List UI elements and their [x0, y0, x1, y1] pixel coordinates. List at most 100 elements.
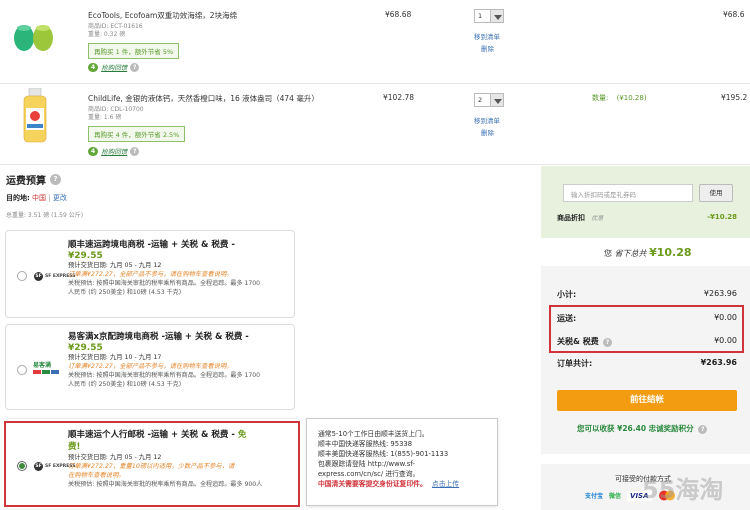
option-content: 顺丰速运跨境电商税 -运输 + 关税 & 税费 - ¥29.55 预计交货日期:… [68, 239, 292, 297]
option-warning: 订单满¥272.27，全部产品不参与，请在购物车查看说明。 [68, 271, 233, 278]
savings-line: 您 省下总共 ¥10.28 [604, 246, 692, 259]
option-eta: 预计交货日期: 九月 05 - 九月 12 [68, 262, 162, 269]
carrier-logo-text: 易客满 [33, 362, 52, 369]
coupon-panel: 输入折扣码或是礼券码 使用 商品折扣 优惠 -¥10.28 [541, 166, 750, 238]
option-content: 易客满x京配跨境电商税 -运输 + 关税 & 税费 - ¥29.55 预计交货日… [68, 331, 292, 389]
promo-banner: 再购买 4 件，额外节省 2.5% [88, 126, 186, 142]
savings-word: 省下总共 [614, 249, 647, 258]
discount-label: 数量: [592, 94, 609, 102]
product-image[interactable] [10, 18, 56, 54]
line-total: ¥195.2 [721, 93, 748, 102]
apply-label: 使用 [709, 189, 723, 197]
subtotal-row: 小计: ¥263.96 [557, 289, 737, 300]
rewards-pill: 4 [88, 146, 99, 156]
wechat-icon: 微信 [609, 493, 622, 500]
help-icon[interactable]: ? [50, 174, 61, 185]
tooltip-tracking-link[interactable]: 包裹跟踪请登陆 http://www.sf- [318, 459, 497, 469]
shipping-radio[interactable] [17, 365, 27, 375]
tooltip-line: 顺丰中国快递客服热线: 95338 [318, 440, 413, 448]
apply-coupon-button[interactable]: 使用 [699, 184, 733, 202]
quantity-select[interactable]: 2 [474, 93, 504, 107]
rewards-pill: 4 [88, 62, 99, 72]
product-name[interactable]: ChildLife, 金银的液体钙，天然香橙口味，16 液体盎司（474 毫升） [88, 93, 319, 104]
watermark: 55海淘 [642, 476, 724, 504]
option-note: 关税预估: 按照中国海关审批的税率乘所有商品。全程追踪。最多 1700 [68, 280, 261, 287]
shipping-header: 运费预算 ? [6, 172, 61, 187]
quantity-value: 1 [478, 12, 483, 20]
chevron-down-icon[interactable] [490, 10, 503, 22]
highlight-selected-option [4, 421, 300, 507]
help-icon[interactable]: ? [698, 425, 708, 434]
product-name[interactable]: EcoTools, Ecofoam双重功效海绵，2块海绵 [88, 10, 237, 21]
subtotal-label: 小计: [557, 290, 577, 299]
savings-prefix: 您 [604, 249, 612, 258]
option-note: 人民币 (约 250美金) 和10磅 (4.53 千克) [68, 289, 182, 296]
move-to-list-link[interactable]: 移到清单 [474, 31, 500, 41]
shipping-title: 运费预算 [6, 176, 46, 187]
rewards-text: 您可以收获 ¥26.40 忠诚奖励积分 [577, 424, 694, 433]
option-warning: 订单满¥272.27，全部产品不参与，请在购物车查看说明。 [68, 363, 233, 370]
item-discount-label: 商品折扣 [557, 214, 585, 222]
rewards-text[interactable]: 抢购回馈 [101, 146, 127, 156]
savings-value: ¥10.28 [649, 246, 692, 259]
rewards-badge: 4 抢购回馈 ? [88, 146, 140, 156]
destination-line: 目的地: 中国 | 更改 [6, 193, 67, 203]
option-price: ¥29.55 [68, 251, 103, 261]
chevron-down-icon[interactable] [490, 94, 503, 106]
coupon-input[interactable]: 输入折扣码或是礼券码 [563, 184, 693, 202]
shipping-option-sf-crossborder[interactable]: SF SF EXPRESS 顺丰速运跨境电商税 -运输 + 关税 & 税费 - … [5, 230, 295, 318]
total-weight: 总重量: 3.51 磅 (1.59 公斤) [6, 212, 84, 219]
checkout-label: 前往结帐 [629, 395, 664, 405]
tooltip-line: 顺丰美国快递客服热线: 1(855)-901-1133 [318, 450, 449, 458]
help-icon[interactable]: ? [130, 62, 140, 72]
tooltip-line: 通常5-10个工作日由顺丰送货上门。 [318, 430, 429, 438]
help-icon[interactable]: ? [130, 146, 140, 156]
product-weight: 重量: 1.6 磅 [88, 114, 122, 121]
option-price: ¥29.55 [68, 343, 103, 353]
destination-label: 目的地: [6, 194, 30, 202]
item-discount-sub: 优惠 [591, 215, 604, 222]
total-row: 订单共计: ¥263.96 [557, 358, 737, 369]
promo-banner: 再购买 1 件，额外节省 5% [88, 43, 180, 59]
total-value: ¥263.96 [700, 358, 737, 367]
tooltip-line: express.com/cn/sc/ 进行查询。 [318, 470, 420, 478]
sf-icon: SF [34, 272, 43, 281]
rewards-text[interactable]: 抢购回馈 [101, 62, 127, 72]
delete-link[interactable]: 删除 [481, 127, 494, 137]
discount-value: (¥10.28) [616, 94, 647, 102]
move-to-list-link[interactable]: 移到清单 [474, 115, 500, 125]
summary-panel: 小计: ¥263.96 运送: ¥0.00 关税& 税费 ? ¥0.00 订单共… [541, 266, 750, 454]
tooltip-id-line: 中国清关需要客提交身份证复印件。 点击上传 [318, 479, 497, 489]
shipping-option-yikeman[interactable]: 易客满 易客满x京配跨境电商税 -运输 + 关税 & 税费 - ¥29.55 预… [5, 324, 295, 410]
checkout-button[interactable]: 前往结帐 [557, 390, 737, 411]
customs-notice: 中国清关需要客提交身份证复印件。 [318, 480, 427, 488]
rewards-line: 您可以收获 ¥26.40 忠诚奖励积分 ? [577, 423, 708, 434]
subtotal-value: ¥263.96 [703, 289, 737, 298]
product-image[interactable] [22, 88, 48, 144]
line-total: ¥68.6 [723, 10, 745, 19]
yikeman-logo: 易客满 [33, 360, 63, 377]
total-label: 订单共计: [557, 359, 593, 368]
alipay-icon: 支付宝 [585, 493, 604, 500]
item-discount-line: 商品折扣 优惠 -¥10.28 [557, 213, 737, 223]
unit-price: ¥102.78 [383, 93, 415, 102]
option-eta: 预计交货日期: 九月 10 - 九月 17 [68, 354, 162, 361]
upload-id-link[interactable]: 点击上传 [432, 480, 459, 488]
product-weight: 重量: 0.32 磅 [88, 31, 126, 38]
product-row: ChildLife, 金银的液体钙，天然香橙口味，16 液体盎司（474 毫升）… [0, 84, 750, 164]
change-destination-link[interactable]: 更改 [53, 194, 67, 202]
shipping-radio[interactable] [17, 271, 27, 281]
rewards-badge: 4 抢购回馈 ? [88, 62, 140, 72]
item-discount-value: -¥10.28 [707, 213, 737, 221]
option-note: 关税预估: 按照中国海关审批的税率乘所有商品。全程追踪。最多 1700 [68, 372, 261, 379]
divider [0, 164, 750, 165]
highlight-fees [549, 305, 744, 353]
yikeman-icon [33, 370, 59, 374]
shipping-info-tooltip: 通常5-10个工作日由顺丰送货上门。 顺丰中国快递客服热线: 95338 顺丰美… [306, 418, 498, 506]
quantity-select[interactable]: 1 [474, 9, 504, 23]
option-title: 顺丰速运跨境电商税 -运输 + 关税 & 税费 - [68, 240, 235, 250]
discount-line: 数量: (¥10.28) [592, 93, 647, 103]
destination-value: 中国 [32, 194, 47, 202]
delete-link[interactable]: 删除 [481, 43, 494, 53]
quantity-value: 2 [478, 96, 483, 104]
